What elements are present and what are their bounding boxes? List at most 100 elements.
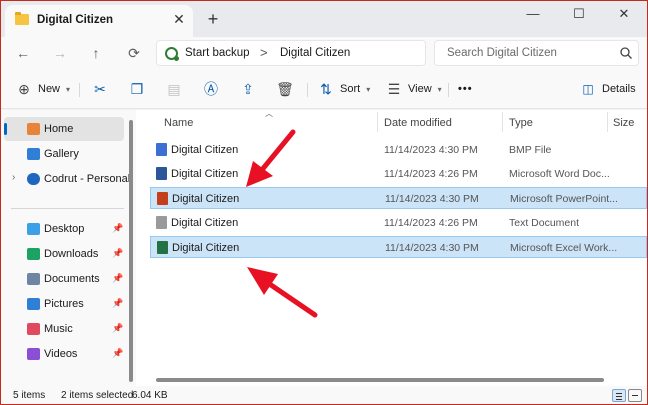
column-header-name[interactable]: Name <box>164 110 193 136</box>
search-input[interactable]: Search Digital Citizen <box>434 40 639 66</box>
title-bar: Digital Citizen ✕ + — ☐ ✕ <box>1 1 647 37</box>
scissors-icon: ✂ <box>94 80 106 97</box>
share-icon: ⇪ <box>242 80 254 97</box>
text-file-icon <box>156 216 167 229</box>
tab-digital-citizen[interactable]: Digital Citizen ✕ <box>5 5 193 37</box>
chevron-down-icon: ▾ <box>366 84 371 94</box>
forward-button[interactable]: → <box>48 42 72 64</box>
pictures-icon <box>27 298 40 310</box>
up-button[interactable]: ↑ <box>84 42 108 64</box>
close-tab-button[interactable]: ✕ <box>171 11 187 27</box>
sidebar-item-documents[interactable]: Documents 📌 <box>4 267 124 291</box>
new-tab-button[interactable]: + <box>203 9 223 29</box>
column-header-size[interactable]: Size <box>613 110 634 136</box>
details-pane-icon: ◫ <box>582 82 594 96</box>
navigation-pane: Home Gallery › Codrut - Personal Desktop… <box>1 110 136 386</box>
file-row[interactable]: Digital Citizen 11/14/2023 4:26 PM Micro… <box>150 163 647 185</box>
sidebar-item-label: Desktop <box>44 223 85 235</box>
pin-icon[interactable]: 📌 <box>112 223 123 234</box>
sidebar-item-label: Codrut - Personal <box>44 173 131 185</box>
file-type: Text Document <box>509 217 580 229</box>
desktop-icon <box>27 223 40 235</box>
column-header-type[interactable]: Type <box>509 110 533 136</box>
share-button[interactable]: ⇪ <box>239 77 257 101</box>
file-date: 11/14/2023 4:30 PM <box>385 242 479 254</box>
file-date: 11/14/2023 4:26 PM <box>384 217 478 229</box>
sort-button[interactable]: ⇅ Sort ▾ <box>317 77 370 101</box>
divider <box>307 83 308 97</box>
sort-ascending-icon: ︿ <box>265 109 273 118</box>
sidebar-item-pictures[interactable]: Pictures 📌 <box>4 292 124 316</box>
view-button[interactable]: ☰ View ▾ <box>385 77 442 101</box>
pin-icon[interactable]: 📌 <box>112 298 123 309</box>
file-row-selected[interactable]: Digital Citizen 11/14/2023 4:30 PM Micro… <box>150 187 647 209</box>
sidebar-scrollbar[interactable] <box>129 120 133 382</box>
column-divider[interactable] <box>377 112 378 132</box>
sidebar-item-desktop[interactable]: Desktop 📌 <box>4 217 124 241</box>
chevron-right-icon[interactable]: › <box>12 172 15 183</box>
breadcrumb-separator-icon[interactable]: > <box>260 45 268 60</box>
breadcrumb-start-backup[interactable]: Start backup <box>185 47 250 59</box>
sidebar-item-home[interactable]: Home <box>4 117 124 141</box>
sidebar-item-gallery[interactable]: Gallery <box>4 142 124 166</box>
file-row-selected[interactable]: Digital Citizen 11/14/2023 4:30 PM Micro… <box>150 236 647 258</box>
copy-button[interactable]: ❐ <box>128 77 146 101</box>
paste-button[interactable]: ▤ <box>165 77 183 101</box>
file-name: Digital Citizen <box>172 193 240 205</box>
file-name: Digital Citizen <box>171 168 239 180</box>
tiles-view-button[interactable] <box>628 389 642 402</box>
breadcrumb-current[interactable]: Digital Citizen <box>280 47 350 59</box>
pin-icon[interactable]: 📌 <box>112 248 123 259</box>
view-lines-icon: ☰ <box>387 80 401 97</box>
sidebar-item-downloads[interactable]: Downloads 📌 <box>4 242 124 266</box>
details-view-button[interactable] <box>612 389 626 402</box>
backup-icon <box>165 47 179 61</box>
details-pane-button[interactable]: ◫ Details <box>579 77 636 101</box>
close-window-button[interactable]: ✕ <box>601 1 647 27</box>
column-divider[interactable] <box>502 112 503 132</box>
pin-icon[interactable]: 📌 <box>112 273 123 284</box>
pin-icon[interactable]: 📌 <box>112 348 123 359</box>
plus-circle-icon: ⊕ <box>18 80 30 97</box>
details-label: Details <box>602 83 636 95</box>
file-list: ︿ Name Date modified Type Size Digital C… <box>136 109 647 386</box>
address-bar[interactable]: Start backup > Digital Citizen <box>156 40 426 66</box>
sidebar-item-label: Home <box>44 123 74 135</box>
videos-icon <box>27 348 40 360</box>
chevron-down-icon: ▾ <box>437 84 442 94</box>
pin-icon[interactable]: 📌 <box>112 323 123 334</box>
more-options-button[interactable]: ••• <box>458 77 473 101</box>
minimize-button[interactable]: — <box>510 1 556 27</box>
new-button[interactable]: ⊕ New ▾ <box>15 77 70 101</box>
delete-button[interactable]: 🗑 <box>276 77 294 101</box>
new-label: New <box>38 83 61 95</box>
sidebar-item-videos[interactable]: Videos 📌 <box>4 342 124 366</box>
home-icon <box>27 123 40 135</box>
column-divider[interactable] <box>607 112 608 132</box>
column-header-date[interactable]: Date modified <box>384 110 452 136</box>
file-explorer-window: Digital Citizen ✕ + — ☐ ✕ ← → ↑ ⟳ Start … <box>1 1 647 404</box>
cut-button[interactable]: ✂ <box>91 77 109 101</box>
sidebar-item-music[interactable]: Music 📌 <box>4 317 124 341</box>
tiles-view-icon <box>632 395 638 396</box>
command-bar: ⊕ New ▾ ✂ ❐ ▤ Ⓐ ⇪ 🗑 ⇅ Sort ▾ ☰ View ▾ ••… <box>1 69 647 109</box>
back-button[interactable]: ← <box>11 42 35 64</box>
file-row[interactable]: Digital Citizen 11/14/2023 4:26 PM Text … <box>150 212 647 234</box>
refresh-button[interactable]: ⟳ <box>122 42 146 64</box>
powerpoint-file-icon <box>157 192 168 205</box>
file-date: 11/14/2023 4:30 PM <box>385 193 479 205</box>
clipboard-icon: ▤ <box>167 80 181 97</box>
divider <box>79 83 80 97</box>
rename-button[interactable]: Ⓐ <box>202 77 220 101</box>
search-icon <box>620 47 632 59</box>
folder-icon <box>15 12 29 25</box>
sidebar-item-label: Videos <box>44 348 78 360</box>
file-type: Microsoft PowerPoint... <box>510 193 618 205</box>
file-row[interactable]: Digital Citizen 11/14/2023 4:30 PM BMP F… <box>150 139 647 161</box>
sidebar-item-onedrive[interactable]: › Codrut - Personal <box>4 167 130 191</box>
onedrive-icon <box>27 173 40 185</box>
horizontal-scrollbar[interactable] <box>156 378 604 382</box>
view-label: View <box>408 83 432 95</box>
maximize-button[interactable]: ☐ <box>556 1 602 27</box>
documents-icon <box>27 273 40 285</box>
